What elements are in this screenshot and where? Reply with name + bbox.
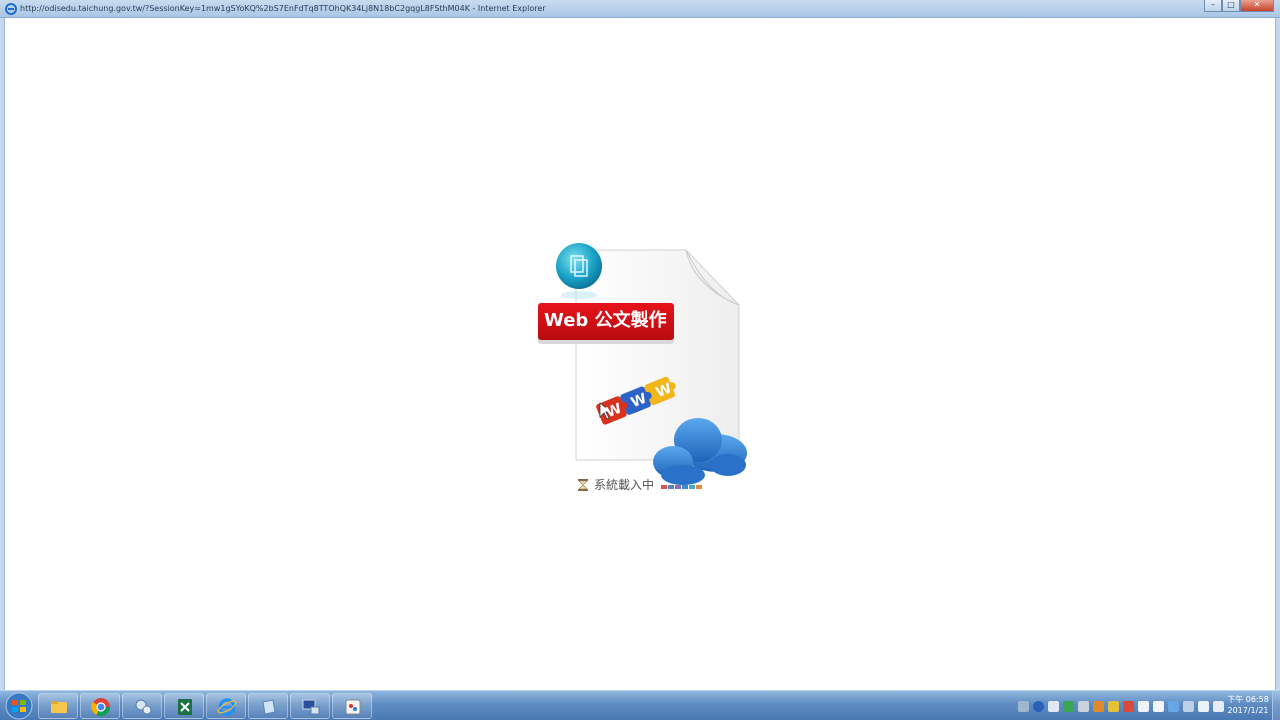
chrome-icon	[91, 698, 110, 717]
window-controls: – □ ✕	[1204, 0, 1274, 12]
tray-security-icon[interactable]	[1108, 700, 1119, 712]
taskbar-app-internet-explorer[interactable]	[206, 693, 246, 719]
loading-progress-dots	[661, 485, 703, 489]
tray-usb-icon[interactable]	[1138, 700, 1149, 712]
tray-update-icon[interactable]	[1123, 700, 1134, 712]
ie-icon	[217, 698, 237, 716]
clock-date: 2017/1/21	[1227, 706, 1269, 715]
taskbar-app-excel[interactable]	[164, 693, 204, 719]
window-frame-right	[1275, 18, 1280, 690]
tray-ime-icon[interactable]	[1093, 700, 1104, 712]
windows-start-icon[interactable]	[2, 692, 36, 720]
maximize-button[interactable]: □	[1222, 0, 1240, 12]
tray-drive-icon[interactable]	[1063, 700, 1074, 712]
loading-splash: W W W Web 公文製作 系統載入中	[538, 225, 758, 495]
loading-dot	[682, 485, 689, 489]
tray-volume-icon[interactable]	[1213, 700, 1224, 712]
window-title-bar[interactable]: http://odisedu.taichung.gov.tw/?SessionK…	[0, 0, 1280, 18]
taskbar-app-chrome[interactable]	[80, 693, 120, 719]
taskbar: 下午 06:58 2017/1/21	[0, 690, 1280, 720]
tray-network-signal-icon[interactable]	[1198, 700, 1209, 712]
document-illustration	[556, 243, 747, 485]
loading-text: 系統載入中	[594, 478, 655, 492]
taskbar-clock[interactable]: 下午 06:58 2017/1/21	[1226, 694, 1270, 718]
web-document-banner: Web 公文製作	[538, 303, 674, 340]
loading-indicator: 系統載入中	[576, 477, 736, 493]
tray-app-icon[interactable]	[1078, 700, 1089, 712]
show-desktop-button[interactable]	[1272, 691, 1280, 720]
window-title: http://odisedu.taichung.gov.tw/?SessionK…	[20, 4, 546, 13]
tray-pen-icon[interactable]	[1048, 700, 1059, 712]
browser-content: W W W Web 公文製作 系統載入中	[5, 18, 1275, 690]
paint-icon	[345, 699, 361, 715]
loading-dot	[689, 485, 696, 489]
loading-dot	[668, 485, 675, 489]
loading-dot	[696, 485, 703, 489]
remote-desktop-icon	[302, 699, 320, 715]
loading-dot	[661, 485, 668, 489]
excel-icon	[178, 699, 192, 715]
tray-printer-icon[interactable]	[1183, 700, 1194, 712]
close-button[interactable]: ✕	[1240, 0, 1274, 12]
notes-icon	[262, 699, 276, 715]
ie-icon	[5, 3, 17, 15]
taskbar-app-notes[interactable]	[248, 693, 288, 719]
system-tray	[1014, 698, 1224, 714]
folder-icon	[51, 701, 67, 713]
taskbar-app-remote[interactable]	[290, 693, 330, 719]
tray-monitor-icon[interactable]	[1168, 700, 1179, 712]
minimize-button[interactable]: –	[1204, 0, 1222, 12]
tray-keyboard-icon[interactable]	[1018, 700, 1029, 712]
hourglass-icon	[578, 479, 588, 491]
network-icon	[135, 699, 152, 715]
loading-dot	[675, 485, 682, 489]
taskbar-app-paint[interactable]	[332, 693, 372, 719]
tray-help-icon[interactable]	[1033, 700, 1044, 712]
taskbar-app-network[interactable]	[122, 693, 162, 719]
tray-flag-icon[interactable]	[1153, 700, 1164, 712]
taskbar-app-explorer[interactable]	[38, 693, 78, 719]
clock-time: 下午 06:58	[1227, 695, 1269, 704]
banner-title: Web 公文製作	[544, 310, 667, 331]
